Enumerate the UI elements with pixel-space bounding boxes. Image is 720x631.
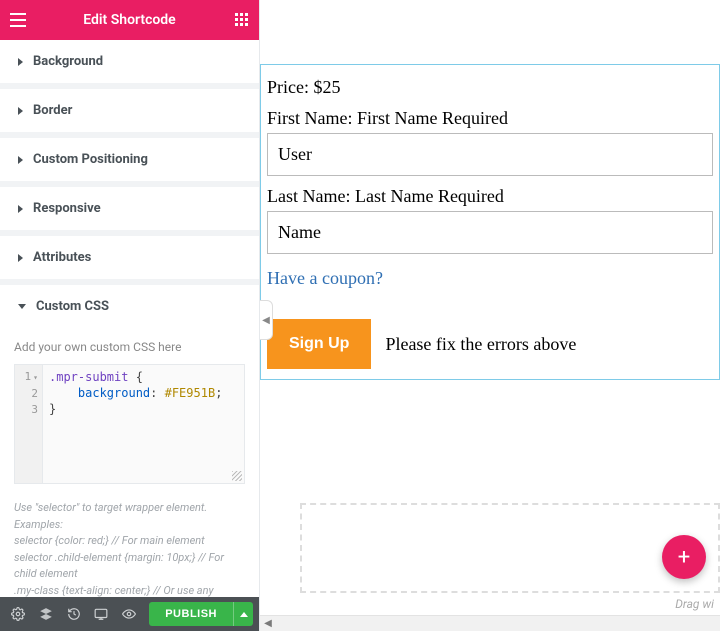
- history-icon[interactable]: [62, 601, 86, 627]
- first-name-label: First Name: First Name Required: [267, 108, 713, 129]
- panel-title: Edit Shortcode: [83, 12, 175, 28]
- chevron-right-icon: [18, 107, 23, 115]
- editor-sidebar: Edit Shortcode Background Border Custom …: [0, 0, 260, 631]
- coupon-link[interactable]: Have a coupon?: [267, 268, 713, 289]
- accordion-label: Custom CSS: [36, 299, 109, 314]
- menu-icon[interactable]: [10, 13, 26, 27]
- navigator-icon[interactable]: [34, 601, 58, 627]
- form-error-message: Please fix the errors above: [385, 334, 576, 355]
- panel-collapse-handle[interactable]: ◀: [260, 300, 273, 340]
- publish-options-caret[interactable]: [233, 602, 253, 626]
- accordion-item-border[interactable]: Border: [0, 89, 259, 138]
- widgets-grid-icon[interactable]: [235, 13, 249, 27]
- editor-bottom-bar: PUBLISH: [0, 597, 259, 631]
- custom-css-body: Add your own custom CSS here 1 2 3 .mpr-…: [0, 328, 259, 597]
- code-content[interactable]: .mpr-submit { background: #FE951B; }: [43, 365, 244, 483]
- shortcode-widget[interactable]: Price: $25 First Name: First Name Requir…: [260, 64, 720, 380]
- canvas-preview: ◀ Price: $25 First Name: First Name Requ…: [260, 0, 720, 631]
- accordion-label: Responsive: [33, 201, 101, 216]
- publish-button[interactable]: PUBLISH: [149, 602, 233, 626]
- chevron-right-icon: [18, 254, 23, 262]
- accordion-item-custom-css[interactable]: Custom CSS Add your own custom CSS here …: [0, 285, 259, 597]
- section-dropzone[interactable]: [300, 503, 720, 593]
- resize-handle[interactable]: [232, 471, 242, 481]
- accordion-item-custom-positioning[interactable]: Custom Positioning: [0, 138, 259, 187]
- chevron-down-icon: [18, 304, 26, 309]
- style-accordion: Background Border Custom Positioning Res…: [0, 40, 259, 597]
- last-name-label: Last Name: Last Name Required: [267, 186, 713, 207]
- publish-button-group: PUBLISH: [149, 602, 253, 626]
- line-number: 2: [19, 386, 38, 402]
- sidebar-header: Edit Shortcode: [0, 0, 259, 40]
- accordion-item-responsive[interactable]: Responsive: [0, 187, 259, 236]
- add-section-fab[interactable]: +: [662, 535, 706, 579]
- accordion-label: Attributes: [33, 250, 91, 265]
- last-name-input[interactable]: [267, 211, 713, 254]
- signup-button[interactable]: Sign Up: [267, 319, 371, 369]
- drag-hint-text: Drag wi: [675, 597, 714, 611]
- accordion-label: Background: [33, 54, 103, 69]
- accordion-item-attributes[interactable]: Attributes: [0, 236, 259, 285]
- app-root: Edit Shortcode Background Border Custom …: [0, 0, 720, 631]
- plus-icon: +: [678, 545, 690, 570]
- code-gutter: 1 2 3: [15, 365, 43, 483]
- price-label: Price: $25: [267, 77, 713, 98]
- line-number: 1: [19, 369, 38, 386]
- line-number: 3: [19, 402, 38, 418]
- scroll-left-arrow-icon[interactable]: ◀: [260, 616, 276, 631]
- responsive-mode-icon[interactable]: [90, 601, 114, 627]
- horizontal-scrollbar[interactable]: ◀: [260, 615, 720, 631]
- accordion-label: Custom Positioning: [33, 152, 148, 167]
- caret-up-icon: [240, 612, 248, 617]
- accordion-item-background[interactable]: Background: [0, 40, 259, 89]
- chevron-right-icon: [18, 205, 23, 213]
- custom-css-label: Add your own custom CSS here: [14, 340, 245, 354]
- preview-icon[interactable]: [117, 601, 141, 627]
- chevron-right-icon: [18, 58, 23, 66]
- settings-icon[interactable]: [6, 601, 30, 627]
- accordion-label: Border: [33, 103, 72, 118]
- custom-css-help-text: Use "selector" to target wrapper element…: [14, 500, 245, 597]
- first-name-input[interactable]: [267, 133, 713, 176]
- chevron-right-icon: [18, 156, 23, 164]
- custom-css-editor[interactable]: 1 2 3 .mpr-submit { background: #FE951B;…: [14, 364, 245, 484]
